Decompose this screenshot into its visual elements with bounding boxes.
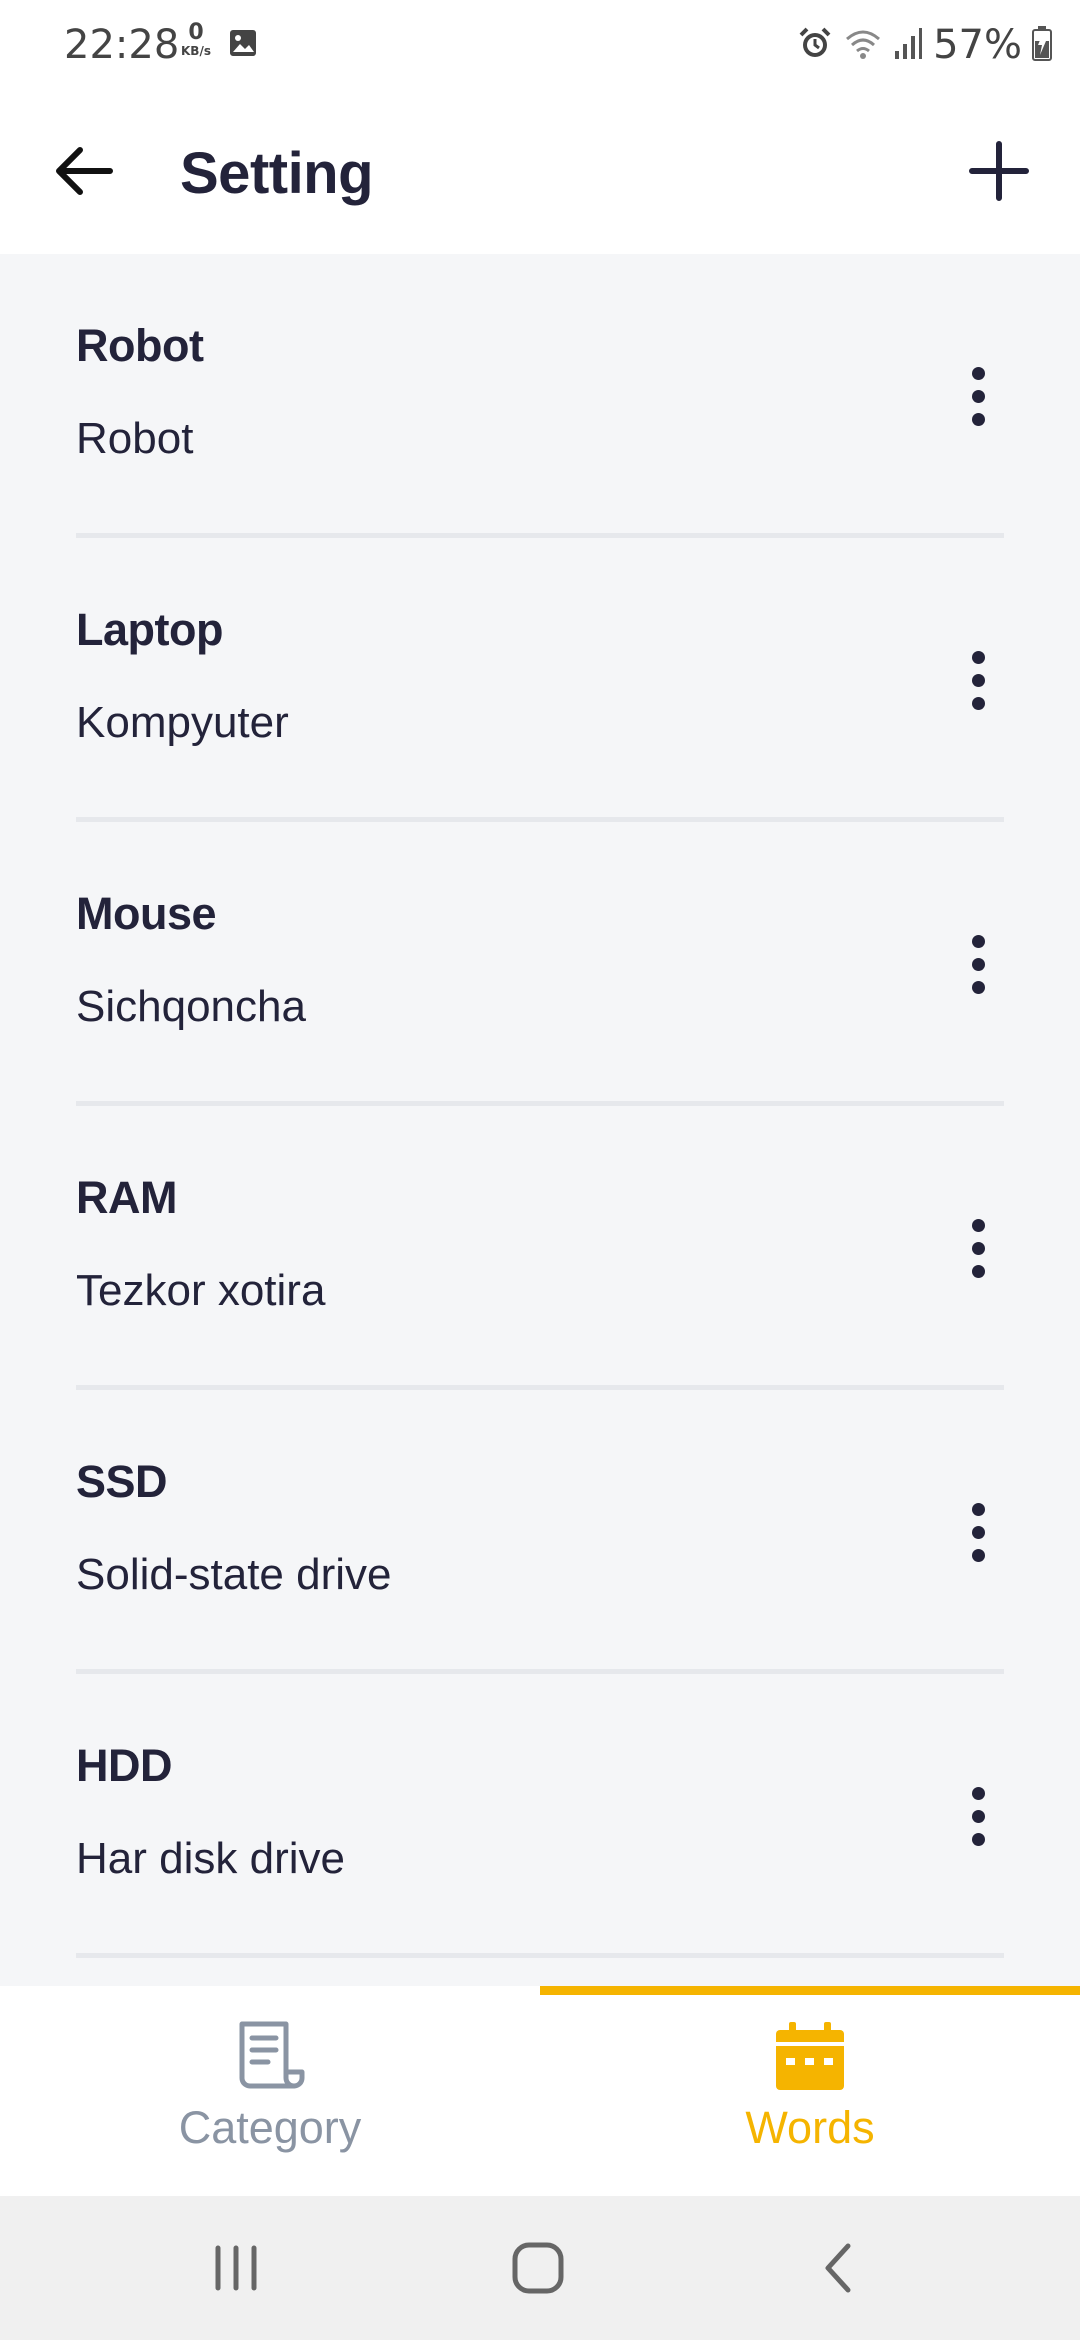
add-button[interactable]: [964, 136, 1034, 206]
recent-apps-button[interactable]: [196, 2236, 276, 2300]
home-button[interactable]: [498, 2236, 578, 2300]
word-translation: Kompyuter: [76, 698, 289, 747]
word-title: Laptop: [76, 604, 223, 655]
word-translation: Tezkor xotira: [76, 1266, 326, 1315]
word-title: RAM: [76, 1172, 177, 1223]
more-vertical-icon: [971, 366, 985, 380]
home-icon: [512, 2242, 564, 2294]
word-title: SSD: [76, 1456, 168, 1507]
wifi-icon: [843, 25, 883, 66]
word-title: Robot: [76, 320, 204, 371]
more-vertical-icon: [971, 1218, 985, 1232]
list-item[interactable]: Laptop Kompyuter: [0, 538, 1080, 822]
more-options-button[interactable]: [950, 1490, 1006, 1574]
network-speed: 0 KB/s: [176, 20, 216, 59]
bottom-navigation: Category Words: [0, 1986, 1080, 2196]
more-options-button[interactable]: [950, 922, 1006, 1006]
list-item[interactable]: Robot Robot: [0, 254, 1080, 538]
list-item[interactable]: HDD Har disk drive: [0, 1674, 1080, 1958]
status-icons: 57%: [797, 22, 1052, 68]
battery-charging-icon: [1032, 25, 1052, 66]
word-translation: Solid-state drive: [76, 1550, 392, 1599]
arrow-left-icon: [56, 147, 113, 195]
more-options-button[interactable]: [950, 1206, 1006, 1290]
system-back-button[interactable]: [800, 2236, 880, 2300]
app-bar: Setting: [0, 90, 1080, 254]
battery-percentage: 57%: [933, 22, 1022, 68]
network-speed-value: 0: [188, 20, 204, 45]
alarm-icon: [797, 25, 833, 66]
divider: [76, 1953, 1004, 1958]
tab-category-label: Category: [178, 2102, 362, 2153]
status-bar: 22:28 0 KB/s 57%: [0, 0, 1080, 90]
tab-words[interactable]: Words: [540, 1986, 1080, 2196]
more-vertical-icon: [971, 934, 985, 948]
tab-words-label: Words: [745, 2102, 875, 2153]
more-vertical-icon: [971, 1502, 985, 1516]
more-options-button[interactable]: [950, 1774, 1006, 1858]
more-options-button[interactable]: [950, 638, 1006, 722]
word-translation: Har disk drive: [76, 1834, 345, 1883]
word-list[interactable]: Robot Robot Laptop Kompyuter Mouse Sichq…: [0, 254, 1080, 1986]
signal-icon: [893, 25, 923, 66]
plus-icon: [969, 141, 1029, 201]
list-item[interactable]: Mouse Sichqoncha: [0, 822, 1080, 1106]
chevron-left-icon: [825, 2243, 851, 2293]
list-item[interactable]: RAM Tezkor xotira: [0, 1106, 1080, 1390]
list-item[interactable]: SSD Solid-state drive: [0, 1390, 1080, 1674]
word-title: HDD: [76, 1740, 173, 1791]
network-speed-unit: KB/s: [181, 44, 211, 58]
document-icon: [234, 2020, 306, 2097]
tab-category[interactable]: Category: [0, 1986, 540, 2196]
status-time: 22:28: [64, 22, 180, 68]
page-title: Setting: [180, 141, 374, 206]
word-translation: Sichqoncha: [76, 982, 306, 1031]
more-vertical-icon: [971, 1786, 985, 1800]
more-vertical-icon: [971, 650, 985, 664]
back-button[interactable]: [50, 136, 120, 206]
word-translation: Robot: [76, 414, 194, 463]
more-options-button[interactable]: [950, 354, 1006, 438]
gallery-icon: [228, 28, 258, 63]
word-title: Mouse: [76, 888, 217, 939]
recent-apps-icon: [215, 2245, 257, 2291]
calendar-icon: [773, 2020, 847, 2099]
system-navigation-bar: [0, 2196, 1080, 2340]
